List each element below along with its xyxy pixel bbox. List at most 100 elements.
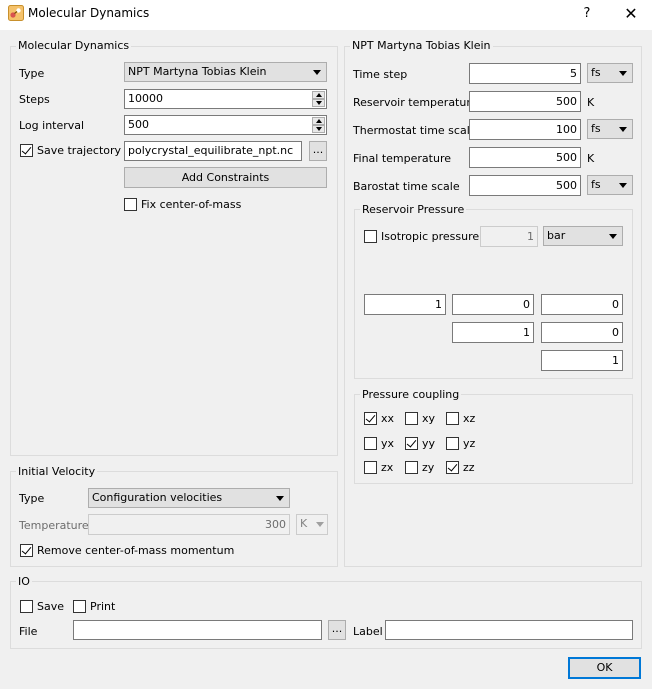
chevron-down-icon — [276, 496, 284, 501]
velocity-temp-unit: K — [300, 517, 308, 530]
barostat-time-scale-input[interactable]: 500 — [469, 175, 581, 196]
isotropic-pressure-checkbox[interactable] — [364, 230, 377, 243]
log-interval-spinbox[interactable]: 500 — [124, 115, 327, 135]
app-icon — [8, 5, 24, 21]
pressure-xx-input[interactable]: 1 — [364, 294, 446, 315]
coupling-zz-label[interactable]: zz — [463, 461, 475, 474]
coupling-xz-checkbox[interactable] — [446, 412, 459, 425]
time-step-unit-select[interactable]: fs — [587, 63, 633, 83]
trajectory-file-input[interactable]: polycrystal_equilibrate_npt.nc — [124, 141, 302, 161]
chevron-down-icon — [619, 183, 627, 188]
io-print-checkbox[interactable] — [73, 600, 86, 613]
thermostat-time-scale-label: Thermostat time scale — [353, 124, 477, 137]
steps-down-arrow-icon[interactable] — [312, 99, 325, 107]
coupling-zx-label[interactable]: zx — [381, 461, 393, 474]
pressure-unit-select[interactable]: bar — [543, 226, 623, 246]
velocity-type-value: Configuration velocities — [92, 491, 223, 504]
coupling-zz-checkbox[interactable] — [446, 461, 459, 474]
fix-com-checkbox[interactable] — [124, 198, 137, 211]
type-label: Type — [19, 67, 45, 80]
remove-com-momentum-label[interactable]: Remove center-of-mass momentum — [37, 544, 234, 557]
thermostat-unit-select[interactable]: fs — [587, 119, 633, 139]
io-file-input[interactable] — [73, 620, 322, 640]
help-button[interactable]: ? — [575, 3, 599, 25]
coupling-xx-label[interactable]: xx — [381, 412, 394, 425]
pressure-xy-input[interactable]: 0 — [452, 294, 534, 315]
steps-label: Steps — [19, 93, 50, 106]
md-type-select[interactable]: NPT Martyna Tobias Klein — [124, 62, 327, 82]
chevron-down-icon — [313, 70, 321, 75]
coupling-yz-checkbox[interactable] — [446, 437, 459, 450]
coupling-xz-label[interactable]: xz — [463, 412, 475, 425]
npt-group-title: NPT Martyna Tobias Klein — [350, 39, 493, 52]
trajectory-browse-button[interactable]: ... — [309, 141, 327, 161]
log-up-arrow-icon[interactable] — [312, 117, 325, 125]
io-file-label: File — [19, 625, 38, 638]
reservoir-temperature-input[interactable]: 500 — [469, 91, 581, 112]
steps-spinbox[interactable]: 10000 — [124, 89, 327, 109]
reservoir-temperature-unit: K — [587, 96, 595, 109]
coupling-yy-checkbox[interactable] — [405, 437, 418, 450]
md-group-title: Molecular Dynamics — [16, 39, 132, 52]
chevron-down-icon — [619, 127, 627, 132]
final-temperature-label: Final temperature — [353, 152, 451, 165]
ok-button[interactable]: OK — [568, 657, 641, 679]
coupling-yx-label[interactable]: yx — [381, 437, 394, 450]
coupling-zy-label[interactable]: zy — [422, 461, 434, 474]
coupling-zx-checkbox[interactable] — [364, 461, 377, 474]
log-interval-value: 500 — [128, 118, 149, 131]
io-print-label[interactable]: Print — [90, 600, 115, 613]
fix-com-label[interactable]: Fix center-of-mass — [141, 198, 241, 211]
save-trajectory-label[interactable]: Save trajectory — [37, 144, 121, 157]
remove-com-momentum-checkbox[interactable] — [20, 544, 33, 557]
chevron-down-icon — [316, 522, 324, 527]
coupling-xy-checkbox[interactable] — [405, 412, 418, 425]
pressure-coupling-title: Pressure coupling — [360, 388, 462, 401]
coupling-yy-label[interactable]: yy — [422, 437, 435, 450]
log-down-arrow-icon[interactable] — [312, 125, 325, 133]
pressure-xz-input[interactable]: 0 — [541, 294, 623, 315]
final-temperature-input[interactable]: 500 — [469, 147, 581, 168]
pressure-coupling-group — [354, 394, 633, 484]
reservoir-pressure-title: Reservoir Pressure — [360, 203, 467, 216]
velocity-temperature-input: 300 — [88, 514, 290, 535]
steps-up-arrow-icon[interactable] — [312, 91, 325, 99]
reservoir-temperature-label: Reservoir temperature — [353, 96, 478, 109]
chevron-down-icon — [619, 71, 627, 76]
time-step-label: Time step — [353, 68, 408, 81]
barostat-unit-select[interactable]: fs — [587, 175, 633, 195]
velocity-type-select[interactable]: Configuration velocities — [88, 488, 290, 508]
thermostat-time-scale-input[interactable]: 100 — [469, 119, 581, 140]
md-type-value: NPT Martyna Tobias Klein — [128, 65, 267, 78]
save-trajectory-checkbox[interactable] — [20, 144, 33, 157]
isotropic-pressure-label[interactable]: Isotropic pressure — [381, 230, 479, 243]
isotropic-pressure-input: 1 — [480, 226, 538, 247]
coupling-zy-checkbox[interactable] — [405, 461, 418, 474]
time-step-input[interactable]: 5 — [469, 63, 581, 84]
pressure-yy-input[interactable]: 1 — [452, 322, 534, 343]
chevron-down-icon — [609, 234, 617, 239]
pressure-yz-input[interactable]: 0 — [541, 322, 623, 343]
pressure-zz-input[interactable]: 1 — [541, 350, 623, 371]
velocity-temperature-label: Temperature — [19, 519, 89, 532]
log-interval-label: Log interval — [19, 119, 85, 132]
io-file-browse-button[interactable]: ... — [328, 620, 346, 640]
steps-value: 10000 — [128, 92, 163, 105]
coupling-yx-checkbox[interactable] — [364, 437, 377, 450]
io-save-checkbox[interactable] — [20, 600, 33, 613]
add-constraints-button[interactable]: Add Constraints — [124, 167, 327, 188]
coupling-yz-label[interactable]: yz — [463, 437, 475, 450]
coupling-xx-checkbox[interactable] — [364, 412, 377, 425]
coupling-xy-label[interactable]: xy — [422, 412, 435, 425]
io-save-label[interactable]: Save — [37, 600, 64, 613]
barostat-time-scale-label: Barostat time scale — [353, 180, 460, 193]
io-label-input[interactable] — [385, 620, 633, 640]
barostat-unit: fs — [591, 178, 601, 191]
io-label-label: Label — [353, 625, 383, 638]
io-group-title: IO — [16, 575, 32, 588]
velocity-temp-unit-select: K — [296, 514, 328, 535]
close-icon[interactable]: ✕ — [618, 3, 644, 25]
final-temperature-unit: K — [587, 152, 595, 165]
time-step-unit: fs — [591, 66, 601, 79]
pressure-unit: bar — [547, 229, 566, 242]
